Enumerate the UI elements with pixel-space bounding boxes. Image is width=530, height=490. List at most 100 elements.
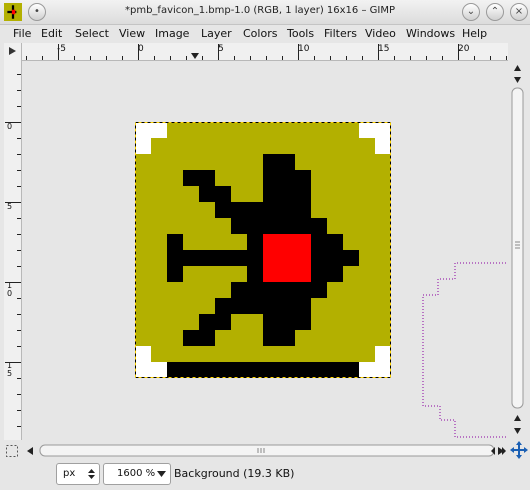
- image-pixel: [215, 218, 231, 234]
- zoom-to-window-icon[interactable]: [4, 443, 20, 459]
- ruler-tick: [442, 56, 443, 60]
- image-pixel: [359, 186, 375, 202]
- scroll-arrows-icon[interactable]: [490, 443, 508, 459]
- vertical-ruler[interactable]: 0 5 10 15: [4, 60, 22, 440]
- menu-view[interactable]: View: [119, 27, 145, 40]
- unit-selector[interactable]: px: [56, 463, 100, 485]
- image-pixel: [231, 122, 247, 138]
- image-pixel: [215, 330, 231, 346]
- image-pixel: [231, 346, 247, 362]
- menu-colors[interactable]: Colors: [243, 27, 277, 40]
- scroll-up-bottom-icon[interactable]: [514, 415, 521, 421]
- image-pixel: [183, 234, 199, 250]
- ruler-tick: [17, 186, 21, 187]
- image-pixel: [231, 266, 247, 282]
- menu-help[interactable]: Help: [462, 27, 487, 40]
- image-pixel: [167, 314, 183, 330]
- image-pixel: [279, 330, 295, 346]
- horizontal-ruler[interactable]: -5 0 5 10 15 20: [22, 43, 508, 61]
- image-pixel: [327, 154, 343, 170]
- ruler-tick: [17, 218, 21, 219]
- ruler-tick: [42, 56, 43, 60]
- image-pixel: [231, 250, 247, 266]
- image-pixel: [375, 202, 391, 218]
- ruler-tick: [5, 282, 21, 283]
- image-pixel: [231, 202, 247, 218]
- image-pixel: [183, 154, 199, 170]
- horizontal-scrollbar[interactable]: [22, 443, 508, 459]
- scroll-down-icon[interactable]: [514, 77, 521, 83]
- ruler-tick: [378, 44, 379, 60]
- scroll-left-icon[interactable]: [27, 447, 33, 455]
- image-pixel: [135, 218, 151, 234]
- menu-image[interactable]: Image: [155, 27, 189, 40]
- horizontal-scroll-thumb[interactable]: [39, 444, 495, 457]
- zoom-selector[interactable]: 1600 %: [103, 463, 171, 485]
- image-pixel: [135, 282, 151, 298]
- close-button[interactable]: ×: [510, 3, 528, 21]
- image-pixel: [327, 282, 343, 298]
- image-pixel: [343, 122, 359, 138]
- menu-video[interactable]: Video: [365, 27, 396, 40]
- menu-windows[interactable]: Windows: [406, 27, 455, 40]
- image-pixel: [359, 218, 375, 234]
- vertical-scrollbar[interactable]: [509, 60, 526, 440]
- image-pixel: [263, 122, 279, 138]
- spin-arrows-icon: [88, 469, 95, 479]
- image-pixel: [167, 170, 183, 186]
- image-canvas[interactable]: [22, 61, 508, 440]
- image-pixel: [199, 186, 215, 202]
- image-pixel: [151, 266, 167, 282]
- ruler-tick: [17, 90, 21, 91]
- ruler-tick: [17, 234, 21, 235]
- maximize-button[interactable]: ⌃: [486, 3, 504, 21]
- menu-filters[interactable]: Filters: [324, 27, 357, 40]
- menu-file[interactable]: File: [13, 27, 31, 40]
- menu-layer[interactable]: Layer: [201, 27, 232, 40]
- image-pixel: [247, 314, 263, 330]
- gimp-app-icon[interactable]: [4, 3, 22, 21]
- image-pixel: [375, 186, 391, 202]
- window-menu-button[interactable]: •: [28, 3, 46, 21]
- menu-edit[interactable]: Edit: [41, 27, 62, 40]
- image-pixel: [311, 282, 327, 298]
- image-pixel: [327, 314, 343, 330]
- navigate-image-icon[interactable]: [510, 441, 528, 459]
- minimize-button[interactable]: ⌄: [462, 3, 480, 21]
- ruler-tick: [138, 44, 139, 60]
- image-pixel: [151, 122, 167, 138]
- image-pixel: [231, 170, 247, 186]
- image-pixel: [231, 282, 247, 298]
- ruler-corner-menu-button[interactable]: [4, 43, 22, 61]
- chevron-down-icon: [157, 471, 166, 477]
- image-pixel: [183, 346, 199, 362]
- image-pixel: [375, 170, 391, 186]
- window-title: *pmb_favicon_1.bmp-1.0 (RGB, 1 layer) 16…: [124, 5, 395, 16]
- image-pixel: [343, 218, 359, 234]
- ruler-tick: [266, 56, 267, 60]
- image-pixel: [263, 362, 279, 378]
- image-pixel: [327, 250, 343, 266]
- image-pixel: [343, 282, 359, 298]
- image-pixel: [231, 138, 247, 154]
- scroll-down-bottom-icon[interactable]: [514, 428, 521, 434]
- image-pixel: [343, 362, 359, 378]
- image-pixel: [151, 170, 167, 186]
- image-pixel: [327, 234, 343, 250]
- image-pixel: [359, 154, 375, 170]
- image-pixel: [135, 346, 151, 362]
- image-pixel: [183, 218, 199, 234]
- menu-select[interactable]: Select: [75, 27, 109, 40]
- image-pixel: [183, 186, 199, 202]
- image-pixel: [199, 314, 215, 330]
- image-pixel: [199, 234, 215, 250]
- image-pixel: [295, 170, 311, 186]
- image-pixel: [215, 170, 231, 186]
- scroll-up-icon[interactable]: [514, 65, 521, 71]
- image-pixel: [215, 138, 231, 154]
- image-pixel: [375, 154, 391, 170]
- image-pixel: [215, 282, 231, 298]
- menu-tools[interactable]: Tools: [287, 27, 314, 40]
- image-pixel: [311, 362, 327, 378]
- image-pixel: [183, 330, 199, 346]
